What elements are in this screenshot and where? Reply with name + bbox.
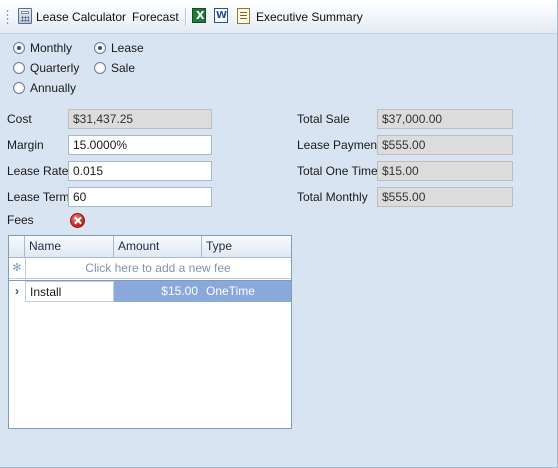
new-fee-prompt[interactable]: Click here to add a new fee (25, 258, 291, 278)
executive-summary-button[interactable]: Executive Summary (256, 0, 363, 33)
lease-payment-label: Lease Payment (297, 138, 381, 152)
radio-sale-label: Sale (111, 61, 136, 75)
cell-amount[interactable]: $15.00 (114, 281, 202, 302)
cost-field: $31,437.25 (68, 109, 212, 129)
document-icon[interactable] (237, 8, 250, 24)
radio-quarterly-dot[interactable] (13, 62, 25, 74)
radio-lease-dot[interactable] (94, 42, 106, 54)
margin-label: Margin (7, 138, 44, 152)
radio-annually-dot[interactable] (13, 82, 25, 94)
new-row-asterisk-icon: ✻ (9, 258, 26, 278)
lease-term-input[interactable]: 60 (68, 187, 212, 207)
word-export-icon[interactable] (214, 8, 228, 23)
total-sale-field: $37,000.00 (377, 109, 513, 129)
total-monthly-field: $555.00 (377, 187, 513, 207)
row-indicator-arrow-icon: › (9, 281, 26, 302)
lease-payment-field: $555.00 (377, 135, 513, 155)
fees-grid[interactable]: Name Amount Type ✻ Click here to add a n… (8, 235, 292, 429)
column-header-type[interactable]: Type (202, 236, 291, 257)
toolbar: Lease Calculator Forecast Executive Summ… (0, 0, 557, 34)
total-monthly-label: Total Monthly (297, 190, 368, 204)
fees-label: Fees (7, 213, 34, 227)
excel-export-icon[interactable] (192, 8, 206, 23)
lease-term-label: Lease Term (7, 190, 70, 204)
column-header-amount[interactable]: Amount (114, 236, 202, 257)
table-row[interactable]: › Install $15.00 OneTime (9, 281, 291, 302)
lease-rate-label: Lease Rate (7, 164, 69, 178)
column-header-name[interactable]: Name (25, 236, 114, 257)
new-fee-row[interactable]: ✻ Click here to add a new fee (9, 258, 291, 279)
total-one-time-field: $15.00 (377, 161, 513, 181)
grid-corner (9, 236, 25, 257)
radio-lease-label: Lease (111, 41, 144, 55)
radio-sale-dot[interactable] (94, 62, 106, 74)
total-sale-label: Total Sale (297, 112, 350, 126)
lease-rate-input[interactable]: 0.015 (68, 161, 212, 181)
radio-quarterly-label: Quarterly (30, 61, 80, 75)
delete-fee-icon[interactable] (70, 213, 85, 228)
calculator-icon[interactable] (18, 8, 32, 24)
cell-name[interactable]: Install (25, 281, 114, 302)
total-one-time-label: Total One Time (297, 164, 378, 178)
fees-grid-header: Name Amount Type (9, 236, 291, 258)
lease-calculator-button[interactable]: Lease Calculator (36, 0, 126, 33)
radio-monthly-dot[interactable] (13, 42, 25, 54)
toolbar-separator (185, 8, 187, 26)
radio-monthly-label: Monthly (30, 41, 73, 55)
cost-label: Cost (7, 112, 32, 126)
forecast-button[interactable]: Forecast (132, 0, 179, 33)
margin-input[interactable]: 15.0000% (68, 135, 212, 155)
toolbar-grip[interactable] (6, 9, 9, 25)
cell-type[interactable]: OneTime (202, 281, 291, 302)
radio-annually-label: Annually (30, 81, 77, 95)
